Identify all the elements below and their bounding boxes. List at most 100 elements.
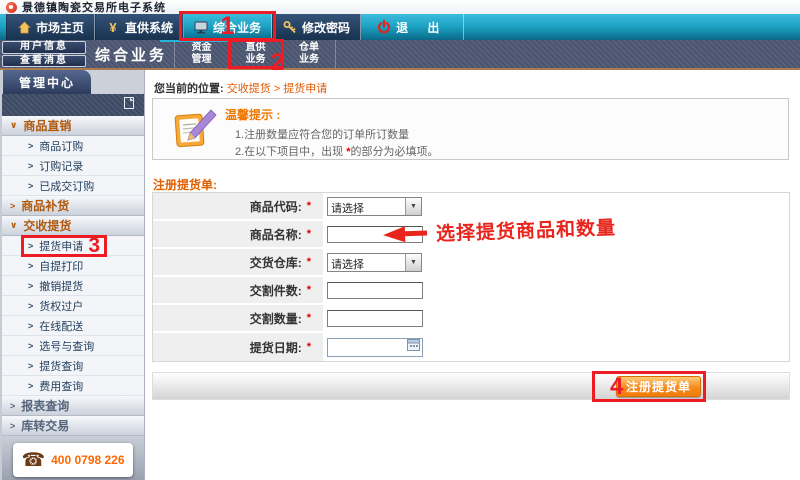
sidebar-item-number-select-query[interactable]: > 选号与查询	[2, 336, 144, 356]
required-star: *	[307, 341, 311, 353]
main-menu-bar: 市场主页 ¥ 直供系统 综合业务 1 修改密码 退 出	[0, 14, 800, 40]
sidebar-item-cancel-pickup[interactable]: > 撤销提货	[2, 276, 144, 296]
field-label-product-code: 商品代码:	[250, 198, 302, 215]
calendar-icon[interactable]	[407, 338, 420, 356]
chevron-right-icon: >	[10, 201, 15, 211]
home-icon	[17, 20, 31, 34]
hotline-box: ☎ 400 0798 226	[13, 443, 133, 477]
pickup-date-input[interactable]	[327, 338, 423, 357]
sidebar-icon-bar	[2, 94, 144, 116]
sidebar-section-product-restock[interactable]: > 商品补货	[2, 196, 144, 216]
menu-item-comprehensive-business[interactable]: 综合业务 1	[184, 14, 272, 40]
chevron-right-icon: >	[28, 321, 33, 331]
subnav-tab-funds-management[interactable]: 资金 管理	[174, 40, 228, 68]
chevron-right-icon: >	[28, 141, 33, 151]
sidebar-item-pickup-application[interactable]: > 提货申请 3	[2, 236, 144, 256]
product-name-input[interactable]	[327, 226, 423, 243]
user-buttons-group: 用户信息 查看消息	[0, 40, 88, 68]
breadcrumb: 您当前的位置: 交收提货 > 提货申请	[154, 80, 327, 96]
sidebar-item-fee-query[interactable]: > 费用查询	[2, 376, 144, 396]
subnav-tab-direct-supply-business[interactable]: 直供 业务 2	[228, 40, 282, 68]
register-pickup-button[interactable]: 注册提货单	[616, 376, 701, 397]
chevron-right-icon: >	[28, 381, 33, 391]
app-title: 景德镇陶瓷交易所电子系统	[22, 0, 166, 15]
delivery-pieces-input[interactable]	[327, 282, 423, 299]
sidebar-section-warehouse-transfer-trade[interactable]: > 库转交易	[2, 416, 144, 436]
sidebar-section-delivery-pickup[interactable]: ∨ 交收提货	[2, 216, 144, 236]
menu-item-direct-supply-system[interactable]: ¥ 直供系统	[95, 14, 184, 40]
required-star: *	[307, 200, 311, 212]
chevron-right-icon: >	[28, 161, 33, 171]
sidebar-item-completed-orders[interactable]: > 已成交订购	[2, 176, 144, 196]
power-icon	[377, 20, 391, 34]
annotation-box-step1: 1	[179, 11, 276, 41]
key-icon	[283, 20, 297, 34]
field-label-delivery-quantity: 交割数量:	[250, 310, 302, 327]
chevron-right-icon: >	[28, 341, 33, 351]
required-star: *	[307, 256, 311, 268]
sidebar: 管理中心 ∨ 商品直销 > 商品订购 > 订购记录 > 已成交订购 > 商品补货…	[0, 70, 145, 480]
clipboard-pencil-icon	[171, 107, 217, 158]
app-logo-icon	[6, 2, 17, 13]
annotation-digit-3: 3	[88, 235, 100, 257]
subnav-tab-warehouse-receipt-business[interactable]: 仓单 业务	[282, 40, 336, 68]
form-row-product-code: 商品代码: * 请选择 ▼	[153, 193, 789, 221]
menu-item-market-home[interactable]: 市场主页	[6, 14, 95, 40]
sidebar-item-product-order[interactable]: > 商品订购	[2, 136, 144, 156]
annotation-box-step2: 2	[228, 39, 284, 69]
hotline-number: 400 0798 226	[51, 453, 124, 467]
annotation-digit-2: 2	[271, 51, 284, 75]
form-title: 注册提货单:	[153, 176, 217, 193]
pickup-registration-form: 商品代码: * 请选择 ▼ 商品名称: * 交货仓库: *	[152, 192, 790, 362]
menu-item-change-password[interactable]: 修改密码	[272, 14, 361, 40]
view-messages-button[interactable]: 查看消息	[2, 55, 86, 68]
sidebar-item-online-delivery[interactable]: > 在线配送	[2, 316, 144, 336]
subnav-section-title: 综合业务	[88, 40, 174, 68]
yen-icon: ¥	[106, 20, 120, 34]
user-info-button[interactable]: 用户信息	[2, 41, 86, 54]
field-label-product-name: 商品名称:	[250, 226, 302, 243]
sidebar-item-pickup-query[interactable]: > 提货查询	[2, 356, 144, 376]
chevron-down-icon: ∨	[10, 220, 17, 231]
notice-line-2: 2.在以下项目中，出现 *的部分为必填项。	[235, 143, 439, 159]
title-bar: 景德镇陶瓷交易所电子系统	[0, 0, 800, 14]
annotation-box-step3: 3	[21, 235, 107, 257]
field-label-delivery-warehouse: 交货仓库:	[250, 254, 302, 271]
sidebar-item-ownership-transfer[interactable]: > 货权过户	[2, 296, 144, 316]
sidebar-section-report-query[interactable]: > 报表查询	[2, 396, 144, 416]
chevron-down-icon[interactable]: ▼	[405, 198, 421, 215]
chevron-right-icon: >	[28, 261, 33, 271]
notice-title: 温馨提示 :	[225, 106, 280, 123]
field-label-delivery-pieces: 交割件数:	[250, 282, 302, 299]
annotation-digit-1: 1	[221, 14, 235, 38]
main-content: 您当前的位置: 交收提货 > 提货申请 温馨提示 : 1.注册数量应符合您的订单…	[145, 70, 800, 480]
form-row-pickup-date: 提货日期: *	[153, 333, 789, 361]
form-row-delivery-pieces: 交割件数: *	[153, 277, 789, 305]
breadcrumb-link-delivery-pickup[interactable]: 交收提货	[227, 83, 271, 95]
field-label-pickup-date: 提货日期:	[250, 339, 302, 356]
chevron-right-icon: >	[10, 421, 15, 431]
collapse-panel-icon[interactable]	[124, 96, 134, 114]
required-star: *	[307, 312, 311, 324]
sidebar-item-self-pickup-print[interactable]: > 自提打印	[2, 256, 144, 276]
product-code-select[interactable]: 请选择 ▼	[327, 197, 422, 216]
chevron-right-icon: >	[28, 301, 33, 311]
sidebar-menu: ∨ 商品直销 > 商品订购 > 订购记录 > 已成交订购 > 商品补货 ∨ 交收…	[2, 116, 144, 436]
sidebar-tab-management-center[interactable]: 管理中心	[3, 70, 91, 94]
sidebar-section-product-direct-sale[interactable]: ∨ 商品直销	[2, 116, 144, 136]
breadcrumb-link-pickup-application[interactable]: 提货申请	[283, 83, 327, 95]
menu-item-logout[interactable]: 退 出	[361, 14, 464, 40]
delivery-quantity-input[interactable]	[327, 310, 423, 327]
form-footer-bar: 注册提货单 4	[152, 372, 790, 400]
sidebar-item-order-records[interactable]: > 订购记录	[2, 156, 144, 176]
form-row-delivery-quantity: 交割数量: *	[153, 305, 789, 333]
chevron-down-icon: ∨	[10, 120, 17, 131]
notice-line-1: 1.注册数量应符合您的订单所订数量	[235, 126, 409, 142]
chevron-down-icon[interactable]: ▼	[405, 254, 421, 271]
breadcrumb-label: 您当前的位置:	[154, 83, 224, 95]
notice-box: 温馨提示 : 1.注册数量应符合您的订单所订数量 2.在以下项目中，出现 *的部…	[152, 98, 789, 160]
chevron-right-icon: >	[28, 281, 33, 291]
sidebar-footer: ☎ 400 0798 226	[2, 436, 144, 480]
delivery-warehouse-select[interactable]: 请选择 ▼	[327, 253, 422, 272]
chevron-right-icon: >	[28, 181, 33, 191]
